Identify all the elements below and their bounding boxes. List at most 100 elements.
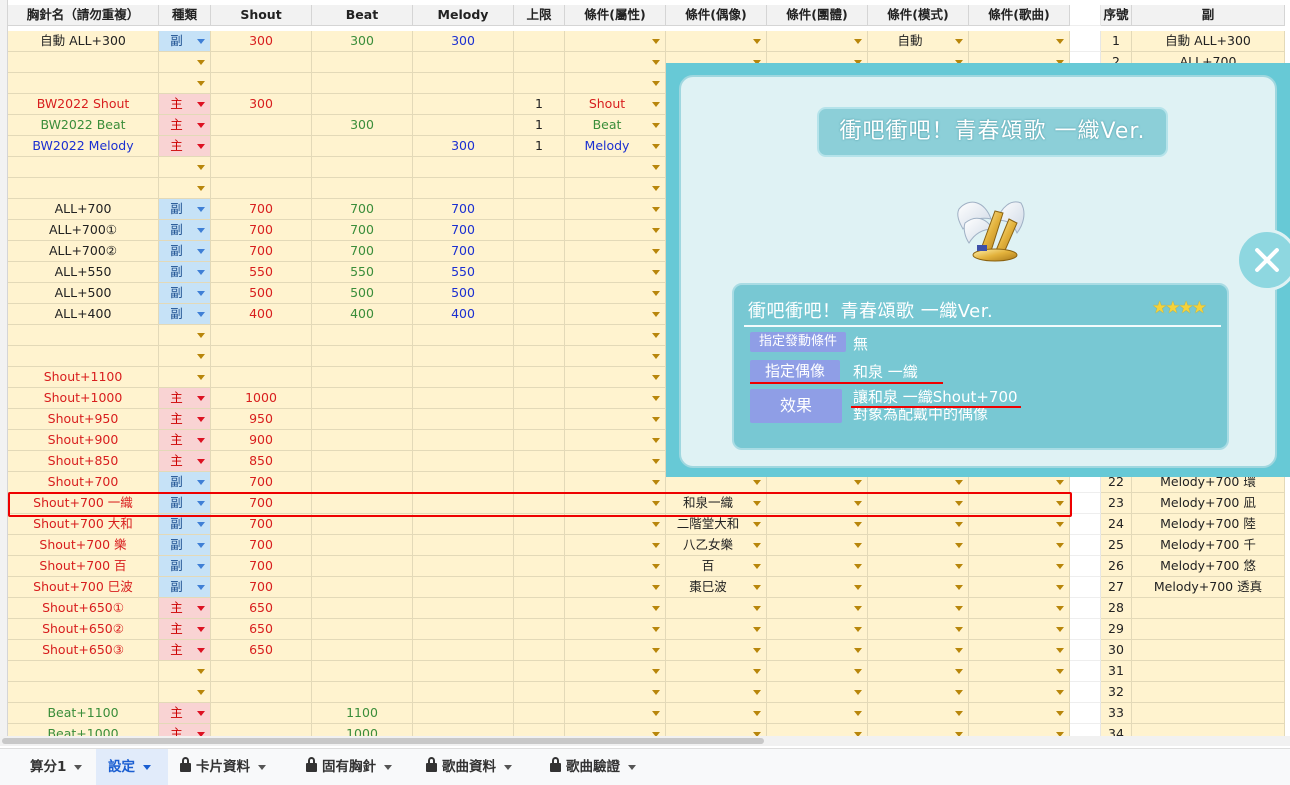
cell-melody[interactable]: 300 [413,136,514,157]
cell-group[interactable] [767,514,868,535]
cell-attr[interactable] [565,346,666,367]
dropdown-arrow-icon[interactable] [652,438,660,443]
cell-melody[interactable] [413,598,514,619]
cell-type[interactable] [159,178,211,199]
cell-attr[interactable] [565,640,666,661]
dropdown-arrow-icon[interactable] [955,522,963,527]
cell-header-group[interactable]: 條件(團體) [767,5,868,26]
cell-header-song[interactable]: 條件(歌曲) [969,5,1070,26]
cell-seq[interactable]: 33 [1101,703,1132,724]
cell-group[interactable] [767,724,868,736]
cell-mode[interactable] [868,682,969,703]
cell-shout[interactable] [211,661,312,682]
cell-header-blank[interactable] [1070,5,1101,26]
cell-seq[interactable]: 26 [1101,556,1132,577]
cell-header-mode[interactable]: 條件(模式) [868,5,969,26]
dropdown-arrow-icon[interactable] [955,564,963,569]
cell-mode[interactable] [868,619,969,640]
cell-mode[interactable] [868,724,969,736]
cell-shout[interactable] [211,73,312,94]
cell-beat[interactable] [312,535,413,556]
dropdown-arrow-icon[interactable] [652,249,660,254]
cell-limit[interactable]: 1 [514,94,565,115]
cell-beat[interactable]: 700 [312,220,413,241]
cell-type[interactable]: 副 [159,514,211,535]
cell-shout[interactable]: 700 [211,493,312,514]
dropdown-arrow-icon[interactable] [652,333,660,338]
cell-limit[interactable] [514,304,565,325]
scrollbar-thumb[interactable] [2,738,764,744]
dropdown-arrow-icon[interactable] [1056,543,1064,548]
cell-limit[interactable] [514,283,565,304]
cell-type[interactable] [159,325,211,346]
cell-type[interactable]: 副 [159,493,211,514]
cell-beat[interactable]: 1000 [312,724,413,736]
cell-idol[interactable] [666,682,767,703]
cell-idol[interactable]: 二階堂大和 [666,514,767,535]
cell-limit[interactable] [514,430,565,451]
cell-group[interactable] [767,703,868,724]
cell-limit[interactable] [514,241,565,262]
cell-song[interactable] [969,703,1070,724]
cell-beat[interactable]: 400 [312,304,413,325]
dropdown-arrow-icon[interactable] [652,459,660,464]
cell-sub[interactable] [1132,619,1285,640]
cell-attr[interactable] [565,703,666,724]
cell-shout[interactable] [211,367,312,388]
dropdown-arrow-icon[interactable] [753,669,761,674]
cell-song[interactable] [969,535,1070,556]
cell-header-limit[interactable]: 上限 [514,5,565,26]
dropdown-arrow-icon[interactable] [753,606,761,611]
cell-beat[interactable] [312,514,413,535]
cell-type[interactable]: 副 [159,241,211,262]
chevron-down-icon[interactable] [74,764,83,770]
cell-shout[interactable] [211,178,312,199]
cell-beat[interactable] [312,619,413,640]
cell-type[interactable]: 主 [159,619,211,640]
cell-type[interactable] [159,52,211,73]
cell-type[interactable]: 副 [159,472,211,493]
cell-melody[interactable] [413,346,514,367]
chevron-down-icon[interactable] [143,764,151,770]
dropdown-arrow-icon[interactable] [652,648,660,653]
cell-beat[interactable]: 550 [312,262,413,283]
cell-melody[interactable] [413,514,514,535]
cell-attr[interactable] [565,199,666,220]
cell-attr[interactable] [565,220,666,241]
dropdown-arrow-icon[interactable] [955,39,963,44]
cell-limit[interactable] [514,493,565,514]
cell-beat[interactable]: 300 [312,115,413,136]
cell-melody[interactable] [413,682,514,703]
cell-name[interactable]: ALL+700 [8,199,159,220]
dropdown-arrow-icon[interactable] [652,417,660,422]
dropdown-arrow-icon[interactable] [652,375,660,380]
cell-mode[interactable] [868,514,969,535]
sheet-tab[interactable]: 固有胸針 [294,749,410,785]
cell-song[interactable] [969,661,1070,682]
cell-melody[interactable] [413,703,514,724]
dropdown-arrow-icon[interactable] [652,711,660,716]
cell-limit[interactable] [514,199,565,220]
cell-attr[interactable] [565,73,666,94]
cell-beat[interactable] [312,640,413,661]
dropdown-arrow-icon[interactable] [1056,648,1064,653]
dropdown-arrow-icon[interactable] [753,501,761,506]
dropdown-arrow-icon[interactable] [1056,501,1064,506]
dropdown-arrow-icon[interactable] [652,291,660,296]
dropdown-arrow-icon[interactable] [1056,585,1064,590]
dropdown-arrow-icon[interactable] [1056,711,1064,716]
cell-melody[interactable] [413,577,514,598]
cell-beat[interactable] [312,388,413,409]
cell-type[interactable]: 副 [159,556,211,577]
cell-name[interactable] [8,325,159,346]
dropdown-arrow-icon[interactable] [854,648,862,653]
cell-shout[interactable] [211,724,312,736]
cell-group[interactable] [767,535,868,556]
dropdown-arrow-icon[interactable] [1056,669,1064,674]
dropdown-arrow-icon[interactable] [197,711,205,716]
cell-idol[interactable] [666,598,767,619]
cell-song[interactable] [969,31,1070,52]
dropdown-arrow-icon[interactable] [652,312,660,317]
cell-type[interactable]: 主 [159,136,211,157]
sheet-tab[interactable]: 歌曲驗證 [538,749,654,785]
